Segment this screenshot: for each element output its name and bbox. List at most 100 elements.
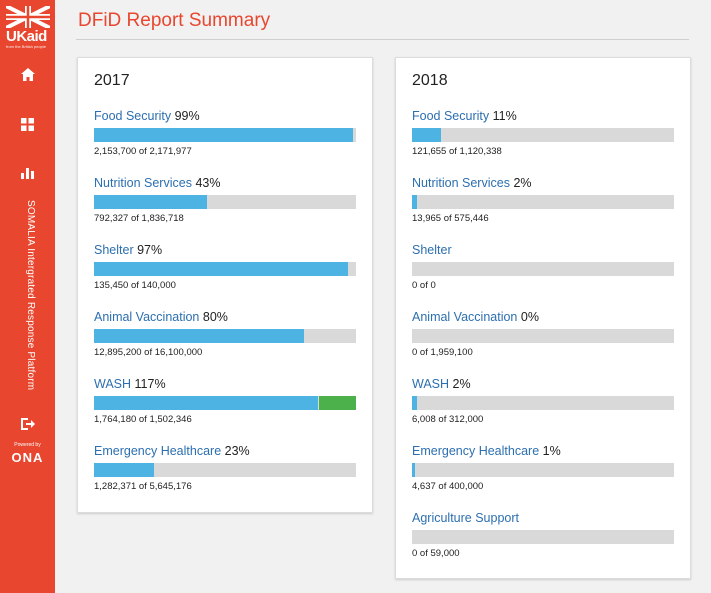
union-jack-icon (6, 6, 50, 28)
metric-item: Emergency Healthcare 1% 4,637 of 400,000 (412, 443, 674, 492)
ukaid-logo[interactable]: UKaid from the British people (6, 6, 50, 49)
metric-name-link[interactable]: WASH (412, 377, 449, 391)
metric-name-link[interactable]: Nutrition Services (94, 176, 192, 190)
metric-percentage: 117% (134, 377, 166, 391)
progress-overflow-fill (319, 396, 356, 410)
metric-header: Emergency Healthcare 23% (94, 443, 356, 459)
metric-percentage: 11% (492, 109, 517, 123)
card-year: 2018 (412, 72, 448, 89)
metric-percentage: 23% (224, 444, 250, 458)
metric-percentage: 1% (542, 444, 561, 458)
metric-name-link[interactable]: Food Security (412, 109, 489, 123)
metric-header: WASH 2% (412, 376, 674, 392)
metric-name-link[interactable]: Shelter (94, 243, 134, 257)
metric-header: Agriculture Support (412, 510, 674, 526)
progress-bar (94, 396, 356, 410)
metric-percentage: 43% (195, 176, 221, 190)
progress-fill (94, 195, 207, 209)
metric-name-link[interactable]: Animal Vaccination (412, 310, 517, 324)
metric-name-link[interactable]: Shelter (412, 243, 452, 257)
project-label: SOMALIA Intergrated Response Platform (25, 200, 36, 391)
metric-name-link[interactable]: Food Security (94, 109, 171, 123)
powered-by-label: Powered by (14, 442, 41, 448)
progress-bar (412, 195, 674, 209)
bar-chart-icon (21, 168, 34, 179)
metric-header: Emergency Healthcare 1% (412, 443, 674, 459)
logo-text: UKaid (6, 28, 47, 45)
metric-count: 6,008 of 312,000 (412, 414, 484, 425)
progress-fill (94, 128, 353, 142)
home-icon (20, 68, 35, 81)
sidebar: UKaid from the British people SOMALIA In… (0, 0, 55, 593)
metric-count: 1,282,371 of 5,645,176 (94, 481, 192, 492)
year-card-2017: 2017 Food Security 99% 2,153,700 of 2,171… (77, 57, 373, 513)
progress-fill (94, 396, 318, 410)
progress-bar (94, 262, 356, 276)
nav-dashboard[interactable] (0, 118, 55, 136)
metric-count: 1,764,180 of 1,502,346 (94, 414, 192, 425)
metric-item: Shelter 97% 135,450 of 140,000 (94, 242, 356, 291)
progress-bar (412, 262, 674, 276)
metric-count: 121,655 of 1,120,338 (412, 146, 502, 157)
nav-logout[interactable] (0, 417, 55, 435)
metric-item: Animal Vaccination 0% 0 of 1,959,100 (412, 309, 674, 358)
metric-count: 12,895,200 of 16,100,000 (94, 347, 203, 358)
progress-bar (412, 396, 674, 410)
metric-count: 135,450 of 140,000 (94, 280, 176, 291)
metric-count: 0 of 59,000 (412, 548, 460, 559)
metric-header: Food Security 11% (412, 108, 674, 124)
metric-item: Animal Vaccination 80% 12,895,200 of 16,1… (94, 309, 356, 358)
metric-header: Shelter (412, 242, 674, 258)
metric-count: 0 of 0 (412, 280, 436, 291)
progress-fill (412, 396, 417, 410)
metric-item: Nutrition Services 2% 13,965 of 575,446 (412, 175, 674, 224)
metric-name-link[interactable]: Emergency Healthcare (412, 444, 539, 458)
metric-header: Food Security 99% (94, 108, 356, 124)
metric-percentage: 80% (202, 310, 228, 324)
metric-item: WASH 2% 6,008 of 312,000 (412, 376, 674, 425)
title-divider (76, 39, 689, 40)
metric-item: Food Security 99% 2,153,700 of 2,171,977 (94, 108, 356, 157)
progress-bar (94, 463, 356, 477)
progress-bar (94, 128, 356, 142)
ona-logo[interactable]: ONA (0, 450, 55, 465)
metric-item: Agriculture Support 0 of 59,000 (412, 510, 674, 559)
metric-item: Food Security 11% 121,655 of 1,120,338 (412, 108, 674, 157)
card-year: 2017 (94, 72, 130, 89)
metric-name-link[interactable]: Animal Vaccination (94, 310, 199, 324)
metric-item: Nutrition Services 43% 792,327 of 1,836,7… (94, 175, 356, 224)
metric-name-link[interactable]: Emergency Healthcare (94, 444, 221, 458)
metric-header: Shelter 97% (94, 242, 356, 258)
metric-percentage: 2% (452, 377, 471, 391)
nav-home[interactable] (0, 68, 55, 86)
metric-item: Shelter 0 of 0 (412, 242, 674, 291)
progress-bar (94, 195, 356, 209)
metric-header: Nutrition Services 43% (94, 175, 356, 191)
nav-reports[interactable] (0, 166, 55, 184)
metric-count: 2,153,700 of 2,171,977 (94, 146, 192, 157)
metric-header: Animal Vaccination 80% (94, 309, 356, 325)
metric-percentage: 2% (513, 176, 532, 190)
progress-bar (412, 128, 674, 142)
page-title: DFiD Report Summary (78, 10, 271, 31)
metric-name-link[interactable]: Nutrition Services (412, 176, 510, 190)
metric-percentage: 97% (137, 243, 163, 257)
progress-fill (94, 262, 348, 276)
progress-fill (412, 195, 417, 209)
year-card-2018: 2018 Food Security 11% 121,655 of 1,120,3… (395, 57, 691, 579)
metric-count: 0 of 1,959,100 (412, 347, 473, 358)
progress-fill (412, 463, 415, 477)
metric-header: WASH 117% (94, 376, 356, 392)
metric-name-link[interactable]: Agriculture Support (412, 511, 519, 525)
metric-item: Emergency Healthcare 23% 1,282,371 of 5,6… (94, 443, 356, 492)
metric-header: Nutrition Services 2% (412, 175, 674, 191)
progress-fill (94, 329, 304, 343)
metric-name-link[interactable]: WASH (94, 377, 131, 391)
logo-subtext: from the British people (6, 44, 47, 49)
metric-count: 792,327 of 1,836,718 (94, 213, 184, 224)
metric-count: 4,637 of 400,000 (412, 481, 484, 492)
metric-percentage: 0% (520, 310, 539, 324)
metric-header: Animal Vaccination 0% (412, 309, 674, 325)
progress-bar (412, 329, 674, 343)
progress-bar (94, 329, 356, 343)
